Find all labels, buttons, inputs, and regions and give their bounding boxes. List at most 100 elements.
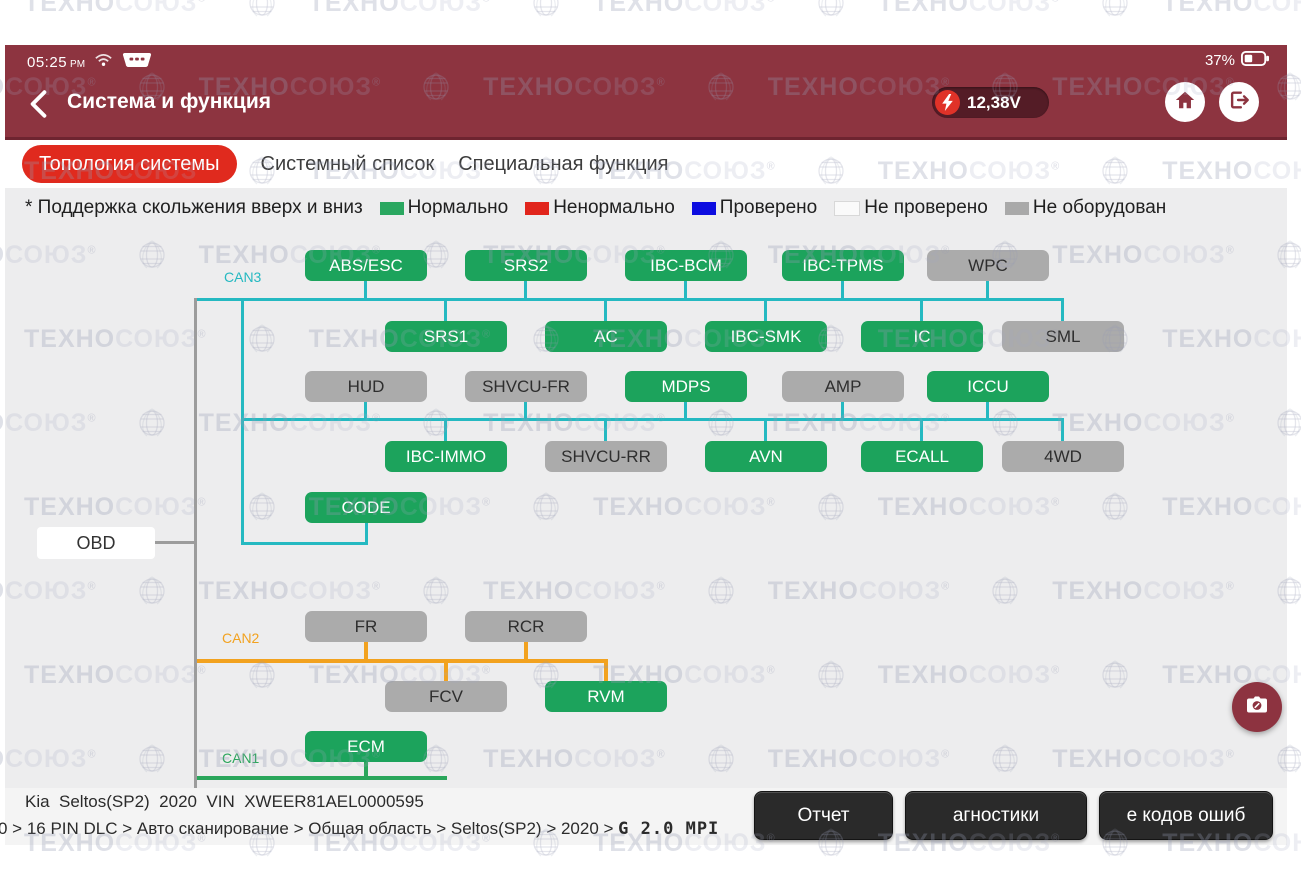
can3-bus-line — [241, 298, 244, 545]
watermark-tile: ТЕХНОСОЮЗ® — [814, 0, 1061, 20]
action-button-агностики[interactable]: агностики — [905, 791, 1087, 840]
diagnostic-path: 0 > 16 PIN DLC > Авто сканирование > Общ… — [0, 819, 719, 839]
status-legend: * Поддержка скольжения вверх и вниз Норм… — [25, 197, 1166, 219]
legend-label: Не проверено — [864, 197, 988, 219]
topology-node-fr[interactable]: FR — [305, 611, 427, 642]
legend-swatch — [380, 202, 404, 215]
topology-node-ic[interactable]: IC — [861, 321, 983, 352]
screenshot-fab[interactable] — [1232, 682, 1282, 732]
footer-bar: Kia Seltos(SP2) 2020 VIN XWEER81AEL00005… — [5, 788, 1287, 845]
topology-node-mdps[interactable]: MDPS — [625, 371, 747, 402]
action-button-отчет[interactable]: Отчет — [754, 791, 893, 840]
can3-bus-line — [1061, 299, 1064, 323]
watermark-text: ТЕХНОСОЮЗ® — [1162, 0, 1301, 18]
engine-code: G 2.0 MPI — [618, 819, 719, 839]
watermark-tile: ТЕХНОСОЮЗ® — [245, 0, 492, 20]
watermark-tile: ТЕХНОСОЮЗ® — [0, 0, 207, 20]
status-bar-left: 05:25PM — [27, 51, 152, 74]
topology-node-ibc-tpms[interactable]: IBC-TPMS — [782, 250, 904, 281]
topology-node-ibc-immo[interactable]: IBC-IMMO — [385, 441, 507, 472]
watermark-tile: ТЕХНОСОЮЗ® — [529, 0, 776, 20]
topology-node-hud[interactable]: HUD — [305, 371, 427, 402]
watermark-row: ТЕХНОСОЮЗ® ТЕХНОСОЮЗ® ТЕХНОСОЮЗ® ТЕХНОСОЮЗ®… — [0, 0, 1301, 20]
can2-bus-line — [604, 661, 608, 683]
legend-item: Не проверено — [834, 197, 988, 219]
can3-bus-line — [920, 419, 923, 443]
page-title: Система и функция — [67, 90, 271, 114]
legend-swatch — [692, 202, 716, 215]
screen: 05:25PM 37% Система и функция 12 — [0, 0, 1301, 894]
topology-node-shvcu-rr[interactable]: SHVCU-RR — [545, 441, 667, 472]
topology-node-shvcu-fr[interactable]: SHVCU-FR — [465, 371, 587, 402]
topology-node-ecm[interactable]: ECM — [305, 731, 427, 762]
bus-label-can3: CAN3 — [224, 269, 261, 285]
voltage-value: 12,38V — [967, 93, 1021, 113]
exit-button[interactable] — [1219, 82, 1259, 122]
topology-node-ac[interactable]: AC — [545, 321, 667, 352]
watermark-text: ТЕХНОСОЮЗ® — [593, 0, 776, 18]
can1-bus-line — [364, 760, 368, 778]
watermark-tile: ТЕХНОСОЮЗ® — [1098, 0, 1301, 20]
can3-bus-line — [920, 299, 923, 323]
can3-bus-line — [524, 400, 527, 420]
status-bar-right: 37% — [1205, 51, 1269, 70]
topology-node-abs-esc[interactable]: ABS/ESC — [305, 250, 427, 281]
topology-node-amp[interactable]: AMP — [782, 371, 904, 402]
logout-icon — [1228, 89, 1250, 116]
can3-bus-line — [684, 279, 687, 300]
can3-bus-line — [196, 298, 1064, 301]
legend-swatch — [834, 201, 860, 216]
legend-item: Ненормально — [525, 197, 675, 219]
bus-label-can1: CAN1 — [222, 750, 259, 766]
bus-label-can2: CAN2 — [222, 630, 259, 646]
camera-icon — [1244, 692, 1270, 723]
topology-node-srs1[interactable]: SRS1 — [385, 321, 507, 352]
can3-bus-line — [986, 400, 989, 420]
tab-топология-системы[interactable]: Топология системы — [22, 145, 237, 183]
can3-bus-line — [241, 542, 368, 545]
topology-node-iccu[interactable]: ICCU — [927, 371, 1049, 402]
voltage-indicator[interactable]: 12,38V — [932, 87, 1049, 118]
tab-системный-список[interactable]: Системный список — [261, 153, 435, 176]
legend-item: Проверено — [692, 197, 817, 219]
can3-bus-line — [364, 400, 367, 420]
topology-node-rvm[interactable]: RVM — [545, 681, 667, 712]
topology-node-sml[interactable]: SML — [1002, 321, 1124, 352]
topology-node-avn[interactable]: AVN — [705, 441, 827, 472]
topology-node-wpc[interactable]: WPC — [927, 250, 1049, 281]
obd-connector-icon — [122, 51, 152, 74]
can3-bus-line — [684, 400, 687, 420]
legend-label: Ненормально — [553, 197, 675, 219]
watermark-text: ТЕХНОСОЮЗ® — [24, 0, 207, 18]
topology-node-ecall[interactable]: ECALL — [861, 441, 983, 472]
topology-node-ibc-bcm[interactable]: IBC-BCM — [625, 250, 747, 281]
legend-label: Проверено — [720, 197, 817, 219]
action-button-е-кодов-ошиб[interactable]: е кодов ошиб — [1099, 791, 1273, 840]
can3-bus-line — [365, 521, 368, 545]
action-buttons: Отчетагностикие кодов ошиб — [754, 791, 1273, 840]
tab-bar: Топология системы Системный список Специал… — [5, 140, 1287, 188]
topology-node-ibc-smk[interactable]: IBC-SMK — [705, 321, 827, 352]
can2-bus-line — [524, 641, 528, 661]
topology-node-srs2[interactable]: SRS2 — [465, 250, 587, 281]
wifi-icon — [95, 53, 112, 72]
can3-bus-line — [764, 299, 767, 323]
can2-bus-line — [444, 661, 448, 683]
can3-bus-line — [604, 419, 607, 443]
can2-bus-line — [364, 641, 368, 661]
can3-bus-line — [524, 279, 527, 300]
clock: 05:25PM — [27, 54, 85, 72]
topology-node-code[interactable]: CODE — [305, 492, 427, 523]
can1-bus-line — [196, 776, 447, 780]
tab-специальная-функция[interactable]: Специальная функция — [458, 153, 668, 176]
topology-node-fcv[interactable]: FCV — [385, 681, 507, 712]
home-button[interactable] — [1165, 82, 1205, 122]
battery-percent: 37% — [1205, 52, 1235, 69]
topology-node-obd[interactable]: OBD — [37, 527, 155, 559]
topology-node-rcr[interactable]: RCR — [465, 611, 587, 642]
topology-node-4wd[interactable]: 4WD — [1002, 441, 1124, 472]
back-button[interactable] — [27, 89, 57, 121]
can3-bus-line — [986, 279, 989, 300]
trunk-bus-line — [155, 541, 196, 544]
legend-label: Нормально — [408, 197, 509, 219]
